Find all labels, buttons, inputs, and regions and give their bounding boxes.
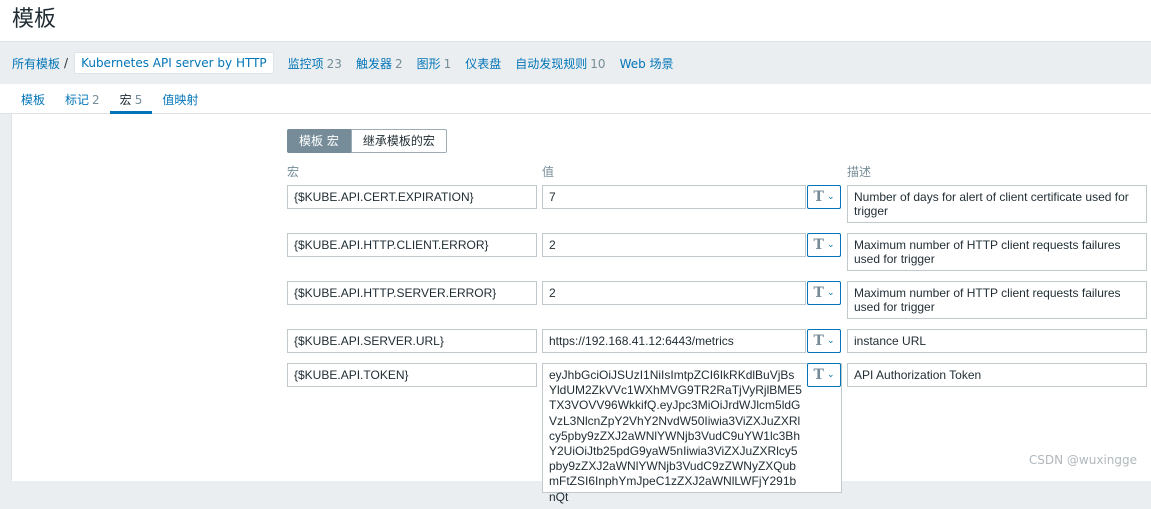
page-header: 模板 xyxy=(0,0,1151,42)
page-title: 模板 xyxy=(12,6,1139,34)
chevron-down-icon: ⌄ xyxy=(827,370,835,380)
inherited-macros-button[interactable]: 继承模板的宏 xyxy=(351,129,447,153)
text-type-icon: T xyxy=(814,333,824,349)
description-column-header: 描述 xyxy=(847,163,871,180)
value-type-button[interactable]: T⌄ xyxy=(807,185,841,209)
macro-description-field[interactable]: Maximum number of HTTP client requests f… xyxy=(847,281,1147,319)
tab-macros-count: 5 xyxy=(135,93,143,107)
text-type-icon: T xyxy=(814,285,824,301)
nav-discovery-rules-count: 10 xyxy=(590,57,605,71)
nav-dashboards-label: 仪表盘 xyxy=(465,57,501,71)
nav-triggers-label: 触发器 xyxy=(356,57,392,71)
nav-items-count: 23 xyxy=(327,57,342,71)
nav-triggers-count: 2 xyxy=(395,57,403,71)
chevron-down-icon: ⌄ xyxy=(827,240,835,250)
tab-macros[interactable]: 宏5 xyxy=(110,84,153,114)
macro-name-field[interactable]: {$KUBE.API.SERVER.URL} xyxy=(287,329,537,353)
text-type-icon: T xyxy=(814,189,824,205)
text-type-icon: T xyxy=(814,237,824,253)
breadcrumb-current-template[interactable]: Kubernetes API server by HTTP xyxy=(74,52,274,74)
macro-name-field[interactable]: {$KUBE.API.CERT.EXPIRATION} xyxy=(287,185,537,209)
macro-description-field[interactable]: Maximum number of HTTP client requests f… xyxy=(847,233,1147,271)
nav-dashboards-link[interactable]: 仪表盘 xyxy=(465,55,501,72)
chevron-down-icon: ⌄ xyxy=(827,336,835,346)
macro-value-textarea[interactable]: eyJhbGciOiJSUzI1NiIsImtpZCI6IkRKdlBuVjBs… xyxy=(542,363,842,493)
token-value-text: eyJhbGciOiJSUzI1NiIsImtpZCI6IkRKdlBuVjBs… xyxy=(543,364,808,509)
chevron-down-icon: ⌄ xyxy=(827,288,835,298)
tab-template[interactable]: 模板 xyxy=(11,84,55,114)
left-gutter xyxy=(0,114,11,481)
tab-tags-label: 标记 xyxy=(65,93,89,107)
tab-template-label: 模板 xyxy=(21,93,45,107)
tab-tags[interactable]: 标记2 xyxy=(55,84,110,114)
macro-value-field[interactable]: 2 xyxy=(542,233,806,257)
nav-graphs-count: 1 xyxy=(444,57,452,71)
nav-triggers-link[interactable]: 触发器2 xyxy=(356,55,403,72)
nav-web-scenarios-link[interactable]: Web 场景 xyxy=(620,55,674,72)
breadcrumb-separator: / xyxy=(64,56,68,70)
value-type-button[interactable]: T⌄ xyxy=(807,233,841,257)
nav-graphs-label: 图形 xyxy=(417,57,441,71)
macro-description-field[interactable]: instance URL xyxy=(847,329,1147,353)
macro-description-field[interactable]: Number of days for alert of client certi… xyxy=(847,185,1147,223)
macro-name-field[interactable]: {$KUBE.API.HTTP.SERVER.ERROR} xyxy=(287,281,537,305)
nav-web-scenarios-label: Web 场景 xyxy=(620,57,674,71)
tab-macros-label: 宏 xyxy=(120,93,132,107)
tab-tags-count: 2 xyxy=(92,93,100,107)
macro-value-field[interactable]: 2 xyxy=(542,281,806,305)
macro-name-field[interactable]: {$KUBE.API.HTTP.CLIENT.ERROR} xyxy=(287,233,537,257)
nav-discovery-rules-link[interactable]: 自动发现规则10 xyxy=(515,55,605,72)
template-macros-button[interactable]: 模板 宏 xyxy=(287,129,351,153)
tab-value-mapping[interactable]: 值映射 xyxy=(152,84,208,114)
nav-graphs-link[interactable]: 图形1 xyxy=(417,55,452,72)
tab-value-mapping-label: 值映射 xyxy=(162,93,198,107)
value-type-button[interactable]: T⌄ xyxy=(807,329,841,353)
breadcrumb-all-templates[interactable]: 所有模板 xyxy=(12,55,60,72)
template-navigation: 所有模板 / Kubernetes API server by HTTP 监控项… xyxy=(0,42,1151,84)
macro-description-field[interactable]: API Authorization Token xyxy=(847,363,1147,387)
value-type-button[interactable]: T⌄ xyxy=(807,281,841,305)
macro-source-toggle: 模板 宏 继承模板的宏 xyxy=(287,129,447,153)
macro-column-header: 宏 xyxy=(287,163,299,180)
nav-items-link[interactable]: 监控项23 xyxy=(288,55,342,72)
value-column-header: 值 xyxy=(542,163,554,180)
value-type-button[interactable]: T⌄ xyxy=(807,363,841,387)
macro-value-field[interactable]: https://192.168.41.12:6443/metrics xyxy=(542,329,806,353)
macro-value-field[interactable]: 7 xyxy=(542,185,806,209)
watermark: CSDN @wuxingge xyxy=(1029,453,1137,467)
nav-discovery-rules-label: 自动发现规则 xyxy=(515,57,587,71)
macro-name-field[interactable]: {$KUBE.API.TOKEN} xyxy=(287,363,537,387)
chevron-down-icon: ⌄ xyxy=(827,192,835,202)
form-tabs: 模板 标记2 宏5 值映射 xyxy=(0,84,1151,114)
text-type-icon: T xyxy=(814,367,824,383)
nav-items-label: 监控项 xyxy=(288,57,324,71)
